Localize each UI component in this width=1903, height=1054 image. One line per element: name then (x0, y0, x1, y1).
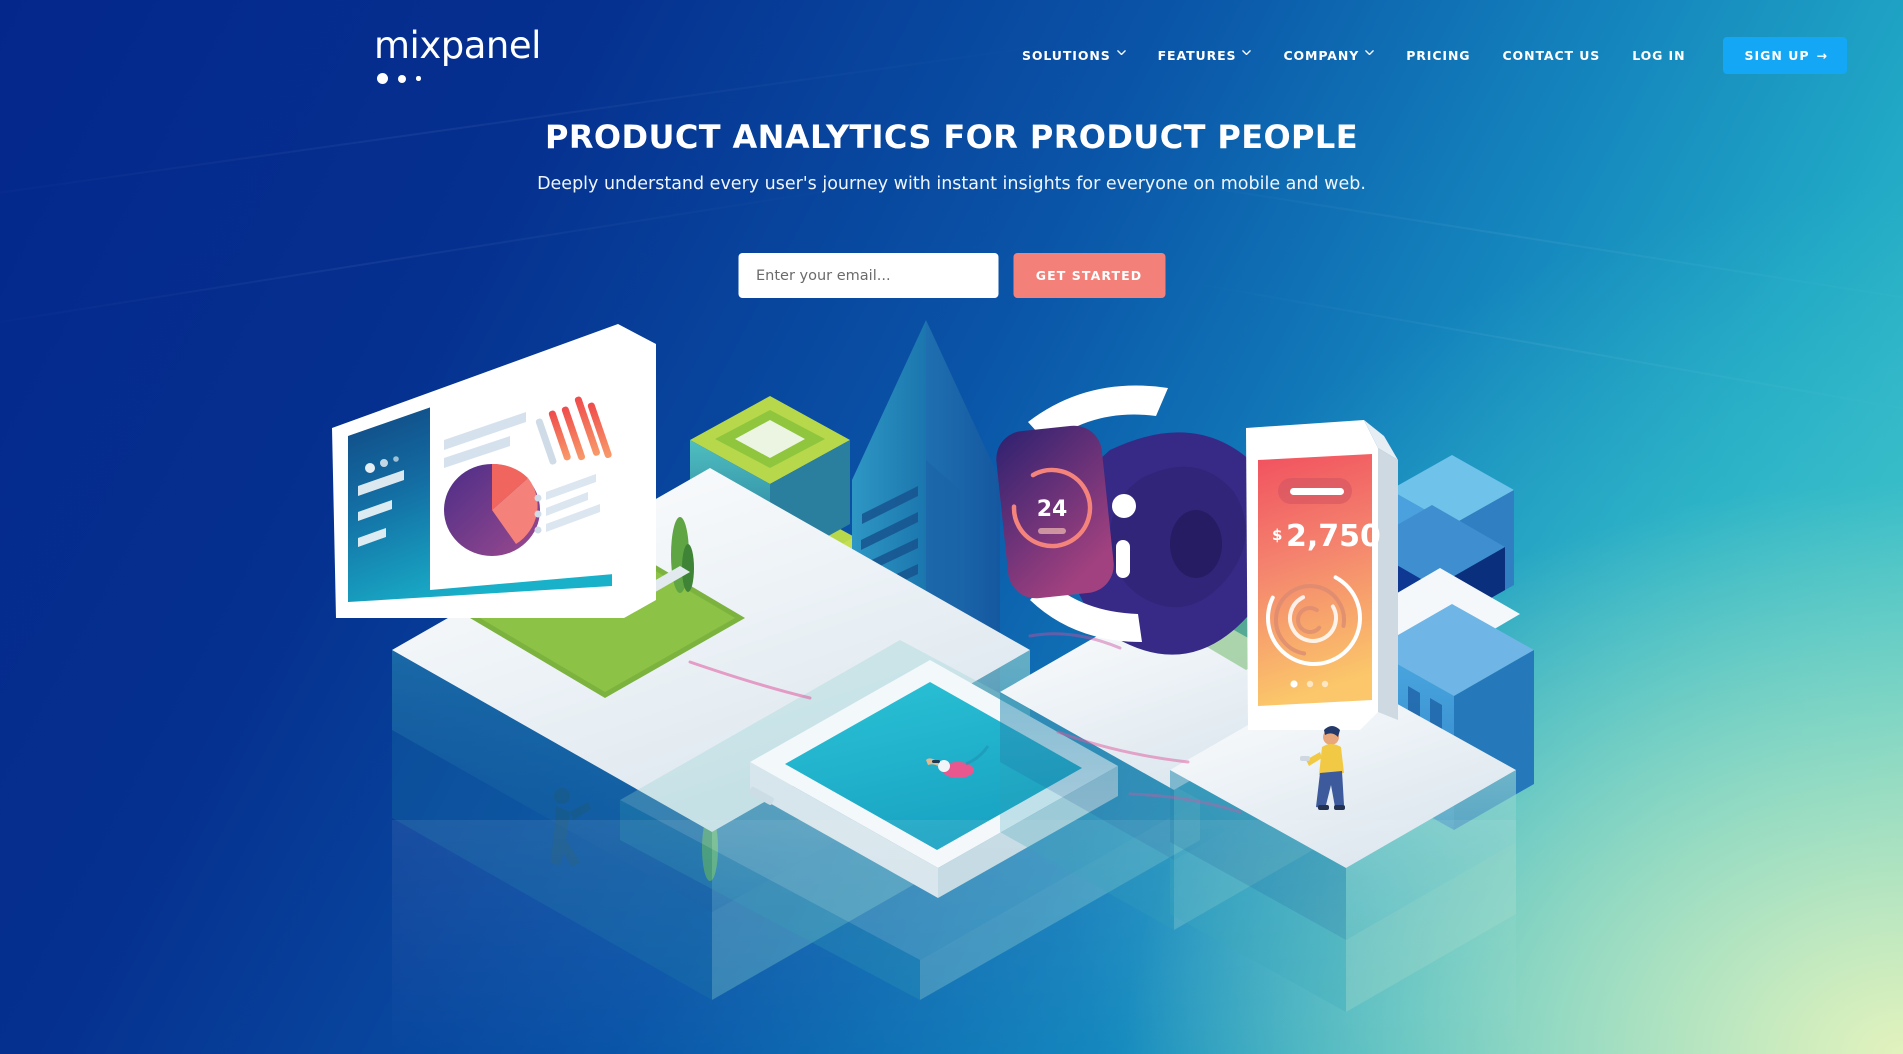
mixpanel-logo[interactable]: mixpanel (374, 24, 541, 84)
email-signup-form: GET STARTED (738, 253, 1165, 298)
email-input[interactable] (738, 253, 998, 298)
hero-subtitle: Deeply understand every user's journey w… (537, 174, 1366, 194)
nav-item-contact-us[interactable]: CONTACT US (1486, 38, 1616, 73)
nav-item-pricing[interactable]: PRICING (1390, 38, 1486, 73)
main-navigation: SOLUTIONS FEATURES COMPANY PRICING CONTA… (1006, 36, 1847, 74)
page-title: PRODUCT ANALYTICS FOR PRODUCT PEOPLE (545, 118, 1358, 156)
chevron-down-icon (1365, 49, 1374, 59)
phone-value: 2,750 (1286, 519, 1381, 554)
nav-label-company: COMPANY (1283, 47, 1360, 63)
pie-chart (444, 463, 540, 556)
nav-item-features[interactable]: FEATURES (1142, 38, 1268, 73)
phone-currency: $ (1272, 526, 1282, 544)
logo-dots-icon (377, 73, 514, 84)
nav-label-solutions: SOLUTIONS (1021, 47, 1111, 63)
nav-item-solutions[interactable]: SOLUTIONS (1006, 38, 1142, 73)
chevron-down-icon (1242, 49, 1252, 59)
get-started-button[interactable]: GET STARTED (1013, 253, 1165, 298)
nav-item-log-in[interactable]: LOG IN (1616, 38, 1701, 73)
nav-item-company[interactable]: COMPANY (1267, 38, 1390, 73)
desktop-monitor (332, 324, 690, 618)
watch-value: 24 (1037, 497, 1068, 522)
nav-label-pricing: PRICING (1406, 47, 1471, 63)
smart-watch: 24 (996, 385, 1281, 655)
sign-up-label: SIGN UP (1744, 47, 1810, 63)
arrow-right-icon: → (1816, 47, 1828, 63)
hero-section: PRODUCT ANALYTICS FOR PRODUCT PEOPLE Dee… (0, 118, 1903, 194)
nav-label-log-in: LOG IN (1632, 47, 1686, 63)
smartphone: $ 2,750 (1246, 420, 1398, 730)
sign-up-button[interactable]: SIGN UP → (1723, 36, 1847, 74)
landing-page: mixpanel SOLUTIONS FEATURES COMPANY PRIC… (0, 0, 1903, 1054)
nav-label-features: FEATURES (1157, 47, 1237, 63)
chevron-down-icon (1116, 49, 1126, 59)
hero-illustration: 24 $ 2,750 (0, 300, 1903, 1054)
site-header: mixpanel SOLUTIONS FEATURES COMPANY PRIC… (0, 0, 1903, 110)
logo-wordmark: mixpanel (374, 24, 541, 67)
nav-label-contact-us: CONTACT US (1502, 47, 1601, 63)
